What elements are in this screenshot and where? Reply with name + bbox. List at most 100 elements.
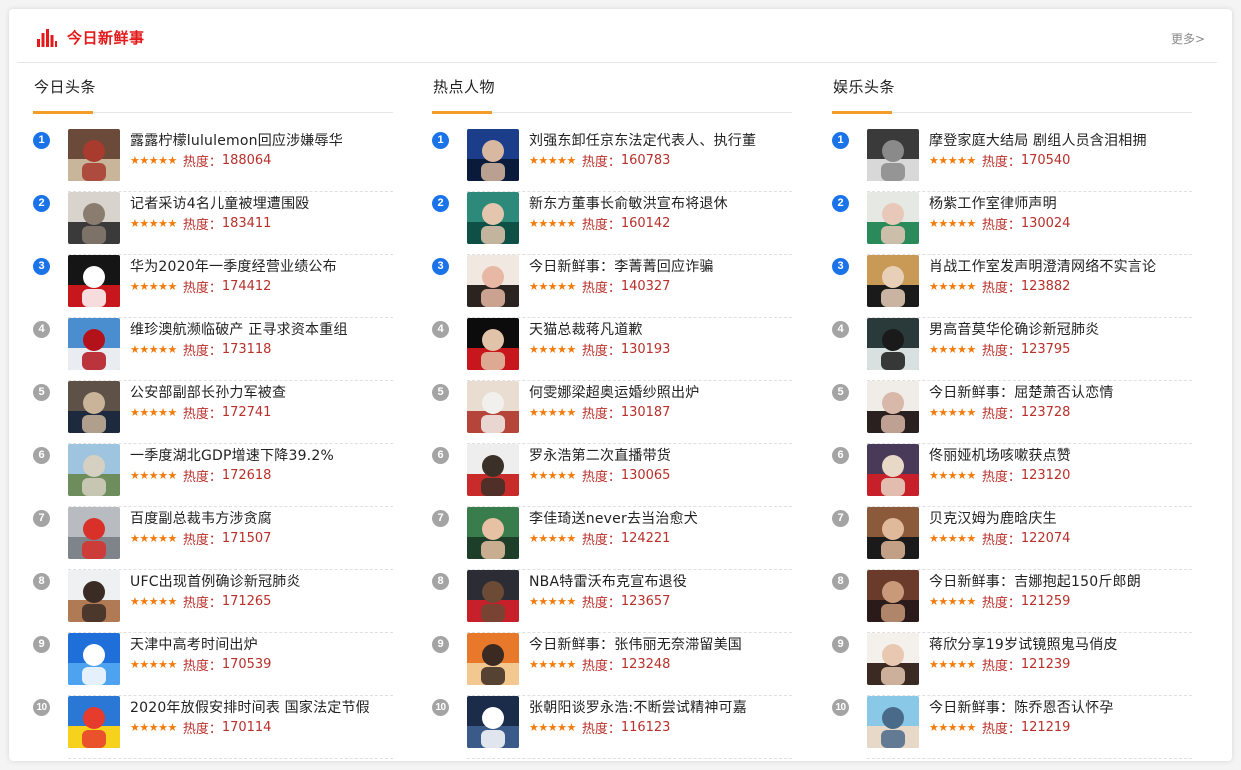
news-title-link[interactable]: UFC出现首例确诊新冠肺炎 bbox=[130, 571, 301, 591]
list-item[interactable]: 1 摩登家庭大结局 剧组人员含泪相拥 ★★★★★ 热度：170540 bbox=[832, 129, 1192, 192]
news-title-link[interactable]: 张朝阳谈罗永浩:不断尝试精神可嘉 bbox=[529, 697, 747, 717]
list-item[interactable]: 6 一季度湖北GDP增速下降39.2% ★★★★★ 热度：172618 bbox=[33, 444, 393, 507]
news-title-link[interactable]: 天猫总裁蒋凡道歉 bbox=[529, 319, 643, 339]
news-thumbnail[interactable] bbox=[467, 192, 519, 244]
news-title-link[interactable]: 今日新鲜事：吉娜抱起150斤郎朗 bbox=[929, 571, 1141, 591]
list-item[interactable]: 8 UFC出现首例确诊新冠肺炎 ★★★★★ 热度：171265 bbox=[33, 570, 393, 633]
list-item[interactable]: 10 2020年放假安排时间表 国家法定节假 ★★★★★ 热度：170114 bbox=[33, 696, 393, 759]
news-thumbnail[interactable] bbox=[867, 255, 919, 307]
list-item[interactable]: 2 新东方董事长俞敏洪宣布将退休 ★★★★★ 热度：160142 bbox=[432, 192, 792, 255]
news-title-link[interactable]: 百度副总裁韦方涉贪腐 bbox=[130, 508, 272, 528]
news-title-link[interactable]: 佟丽娅机场咳嗽获点赞 bbox=[929, 445, 1071, 465]
list-item[interactable]: 4 男高音莫华伦确诊新冠肺炎 ★★★★★ 热度：123795 bbox=[832, 318, 1192, 381]
news-thumbnail[interactable] bbox=[467, 318, 519, 370]
heat-value: 171507 bbox=[221, 531, 272, 546]
news-title-link[interactable]: 今日新鲜事：陈乔恩否认怀孕 bbox=[929, 697, 1114, 717]
news-thumbnail[interactable] bbox=[867, 507, 919, 559]
news-title-link[interactable]: 2020年放假安排时间表 国家法定节假 bbox=[130, 697, 370, 717]
list-item[interactable]: 10 今日新鲜事：陈乔恩否认怀孕 ★★★★★ 热度：121219 bbox=[832, 696, 1192, 759]
list-item[interactable]: 7 李佳琦送never去当治愈犬 ★★★★★ 热度：124221 bbox=[432, 507, 792, 570]
list-item[interactable]: 9 蒋欣分享19岁试镜照鬼马俏皮 ★★★★★ 热度：121239 bbox=[832, 633, 1192, 696]
news-thumbnail[interactable] bbox=[867, 696, 919, 748]
list-item[interactable]: 4 维珍澳航濒临破产 正寻求资本重组 ★★★★★ 热度：173118 bbox=[33, 318, 393, 381]
news-thumbnail[interactable] bbox=[68, 318, 120, 370]
news-thumbnail[interactable] bbox=[867, 570, 919, 622]
heat-value: 121239 bbox=[1020, 657, 1071, 672]
news-thumbnail[interactable] bbox=[467, 507, 519, 559]
news-thumbnail[interactable] bbox=[467, 129, 519, 181]
list-item[interactable]: 10 张朝阳谈罗永浩:不断尝试精神可嘉 ★★★★★ 热度：116123 bbox=[432, 696, 792, 759]
news-thumbnail[interactable] bbox=[467, 570, 519, 622]
heat-label: 热度： bbox=[981, 533, 1021, 548]
news-title-link[interactable]: 刘强东卸任京东法定代表人、执行董 bbox=[529, 130, 756, 150]
list-item[interactable]: 2 记者采访4名儿童被埋遭围殴 ★★★★★ 热度：183411 bbox=[33, 192, 393, 255]
news-thumbnail[interactable] bbox=[68, 633, 120, 685]
news-thumbnail[interactable] bbox=[867, 192, 919, 244]
news-thumbnail[interactable] bbox=[68, 381, 120, 433]
news-title-link[interactable]: 贝克汉姆为鹿晗庆生 bbox=[929, 508, 1057, 528]
news-thumbnail[interactable] bbox=[867, 444, 919, 496]
news-thumbnail[interactable] bbox=[467, 633, 519, 685]
news-title-link[interactable]: 蒋欣分享19岁试镜照鬼马俏皮 bbox=[929, 634, 1118, 654]
news-thumbnail[interactable] bbox=[867, 633, 919, 685]
news-title-link[interactable]: 李佳琦送never去当治愈犬 bbox=[529, 508, 698, 528]
heat-label: 热度： bbox=[981, 218, 1021, 233]
list-item[interactable]: 3 肖战工作室发声明澄清网络不实言论 ★★★★★ 热度：123882 bbox=[832, 255, 1192, 318]
news-thumbnail[interactable] bbox=[867, 318, 919, 370]
news-thumbnail[interactable] bbox=[68, 507, 120, 559]
heat-value: 174412 bbox=[221, 279, 272, 294]
list-item[interactable]: 7 贝克汉姆为鹿晗庆生 ★★★★★ 热度：122074 bbox=[832, 507, 1192, 570]
news-title-link[interactable]: 肖战工作室发声明澄清网络不实言论 bbox=[929, 256, 1156, 276]
news-title-link[interactable]: NBA特雷沃布克宣布退役 bbox=[529, 571, 687, 591]
news-thumbnail[interactable] bbox=[68, 192, 120, 244]
heat-value: 172618 bbox=[221, 468, 272, 483]
list-item[interactable]: 2 杨紫工作室律师声明 ★★★★★ 热度：130024 bbox=[832, 192, 1192, 255]
news-title-link[interactable]: 杨紫工作室律师声明 bbox=[929, 193, 1057, 213]
news-title-link[interactable]: 今日新鲜事：张伟丽无奈滞留美国 bbox=[529, 634, 742, 654]
news-thumbnail[interactable] bbox=[68, 696, 120, 748]
news-title-link[interactable]: 罗永浩第二次直播带货 bbox=[529, 445, 671, 465]
news-title-link[interactable]: 何雯娜梁超奥运婚纱照出炉 bbox=[529, 382, 699, 402]
thumbnail-image bbox=[867, 381, 919, 433]
list-item[interactable]: 8 NBA特雷沃布克宣布退役 ★★★★★ 热度：123657 bbox=[432, 570, 792, 633]
list-item[interactable]: 1 露露柠檬lululemon回应涉嫌辱华 ★★★★★ 热度：188064 bbox=[33, 129, 393, 192]
news-title-link[interactable]: 露露柠檬lululemon回应涉嫌辱华 bbox=[130, 130, 343, 150]
star-rating-icon: ★★★★★ bbox=[130, 721, 177, 734]
list-item[interactable]: 3 今日新鲜事：李菁菁回应诈骗 ★★★★★ 热度：140327 bbox=[432, 255, 792, 318]
news-title-link[interactable]: 今日新鲜事：李菁菁回应诈骗 bbox=[529, 256, 714, 276]
news-title-link[interactable]: 记者采访4名儿童被埋遭围殴 bbox=[130, 193, 310, 213]
more-link[interactable]: 更多> bbox=[1171, 30, 1205, 47]
news-title-link[interactable]: 新东方董事长俞敏洪宣布将退休 bbox=[529, 193, 728, 213]
list-item[interactable]: 6 佟丽娅机场咳嗽获点赞 ★★★★★ 热度：123120 bbox=[832, 444, 1192, 507]
list-item[interactable]: 3 华为2020年一季度经营业绩公布 ★★★★★ 热度：174412 bbox=[33, 255, 393, 318]
news-title-link[interactable]: 摩登家庭大结局 剧组人员含泪相拥 bbox=[929, 130, 1147, 150]
list-item[interactable]: 7 百度副总裁韦方涉贪腐 ★★★★★ 热度：171507 bbox=[33, 507, 393, 570]
news-title-link[interactable]: 今日新鲜事：屈楚萧否认恋情 bbox=[929, 382, 1114, 402]
list-item[interactable]: 1 刘强东卸任京东法定代表人、执行董 ★★★★★ 热度：160783 bbox=[432, 129, 792, 192]
list-item[interactable]: 9 天津中高考时间出炉 ★★★★★ 热度：170539 bbox=[33, 633, 393, 696]
news-title-link[interactable]: 男高音莫华伦确诊新冠肺炎 bbox=[929, 319, 1099, 339]
list-item[interactable]: 4 天猫总裁蒋凡道歉 ★★★★★ 热度：130193 bbox=[432, 318, 792, 381]
news-title-link[interactable]: 华为2020年一季度经营业绩公布 bbox=[130, 256, 337, 276]
list-item[interactable]: 5 今日新鲜事：屈楚萧否认恋情 ★★★★★ 热度：123728 bbox=[832, 381, 1192, 444]
news-thumbnail[interactable] bbox=[68, 255, 120, 307]
news-thumbnail[interactable] bbox=[68, 129, 120, 181]
news-thumbnail[interactable] bbox=[867, 129, 919, 181]
list-item[interactable]: 5 公安部副部长孙力军被查 ★★★★★ 热度：172741 bbox=[33, 381, 393, 444]
news-title-link[interactable]: 维珍澳航濒临破产 正寻求资本重组 bbox=[130, 319, 348, 339]
news-thumbnail[interactable] bbox=[68, 444, 120, 496]
news-thumbnail[interactable] bbox=[467, 444, 519, 496]
news-title-link[interactable]: 公安部副部长孙力军被查 bbox=[130, 382, 286, 402]
news-title-link[interactable]: 天津中高考时间出炉 bbox=[130, 634, 258, 654]
news-thumbnail[interactable] bbox=[467, 381, 519, 433]
list-item[interactable]: 5 何雯娜梁超奥运婚纱照出炉 ★★★★★ 热度：130187 bbox=[432, 381, 792, 444]
news-thumbnail[interactable] bbox=[867, 381, 919, 433]
news-title-link[interactable]: 一季度湖北GDP增速下降39.2% bbox=[130, 445, 334, 465]
news-thumbnail[interactable] bbox=[467, 696, 519, 748]
list-item[interactable]: 9 今日新鲜事：张伟丽无奈滞留美国 ★★★★★ 热度：123248 bbox=[432, 633, 792, 696]
list-item[interactable]: 8 今日新鲜事：吉娜抱起150斤郎朗 ★★★★★ 热度：121259 bbox=[832, 570, 1192, 633]
list-item[interactable]: 6 罗永浩第二次直播带货 ★★★★★ 热度：130065 bbox=[432, 444, 792, 507]
thumbnail-image bbox=[68, 381, 120, 433]
news-thumbnail[interactable] bbox=[68, 570, 120, 622]
news-thumbnail[interactable] bbox=[467, 255, 519, 307]
